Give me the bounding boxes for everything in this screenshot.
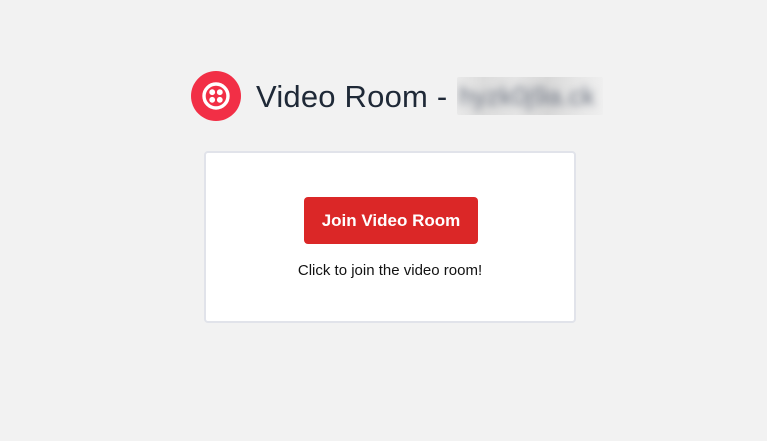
join-video-room-button[interactable]: Join Video Room	[304, 197, 478, 244]
join-card: Join Video Room Click to join the video …	[204, 151, 576, 323]
join-hint-text: Click to join the video room!	[297, 262, 483, 279]
room-name: hyzk0j9a.ck	[457, 77, 603, 115]
page-title: Video Room -	[256, 71, 447, 121]
page-header: Video Room - hyzk0j9a.ck	[191, 71, 603, 121]
room-name-text: hyzk0j9a.ck	[459, 81, 595, 111]
twilio-logo-icon	[191, 71, 241, 121]
page-title-text: Video Room -	[256, 78, 448, 114]
